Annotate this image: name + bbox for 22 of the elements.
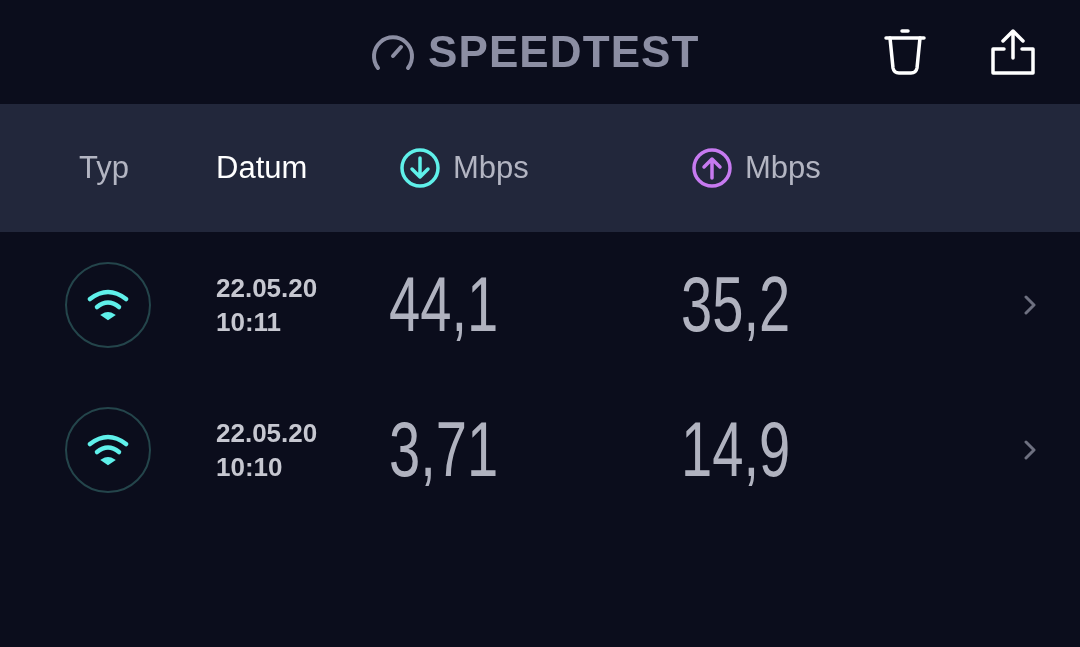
column-header[interactable]: Datum xyxy=(216,144,399,192)
trash-icon xyxy=(883,28,927,76)
download-speed: 3,71 xyxy=(389,404,499,495)
speedometer-icon xyxy=(370,32,416,72)
result-time: 10:10 xyxy=(216,450,284,484)
upload-speed: 14,9 xyxy=(681,404,791,495)
result-date: 22.05.20 xyxy=(216,416,319,450)
result-date: 22.05.20 xyxy=(216,271,319,305)
chevron-right-icon xyxy=(1024,439,1036,460)
column-header[interactable]: Mbps xyxy=(691,144,941,192)
wifi-icon xyxy=(86,287,130,322)
app-title: SPEEDTEST xyxy=(428,26,700,78)
share-icon xyxy=(990,28,1036,76)
chevron-right-icon xyxy=(1024,294,1036,315)
column-header[interactable]: Typ xyxy=(79,144,216,192)
result-row[interactable]: 22.05.20 10:11 44,1 35,2 xyxy=(0,232,1080,377)
result-row[interactable]: 22.05.20 10:10 3,71 14,9 xyxy=(0,377,1080,522)
column-header[interactable]: Mbps xyxy=(399,144,691,192)
upload-speed: 35,2 xyxy=(681,259,791,350)
wifi-icon xyxy=(86,432,130,467)
result-time: 10:11 xyxy=(216,305,283,339)
download-speed: 44,1 xyxy=(389,259,499,350)
